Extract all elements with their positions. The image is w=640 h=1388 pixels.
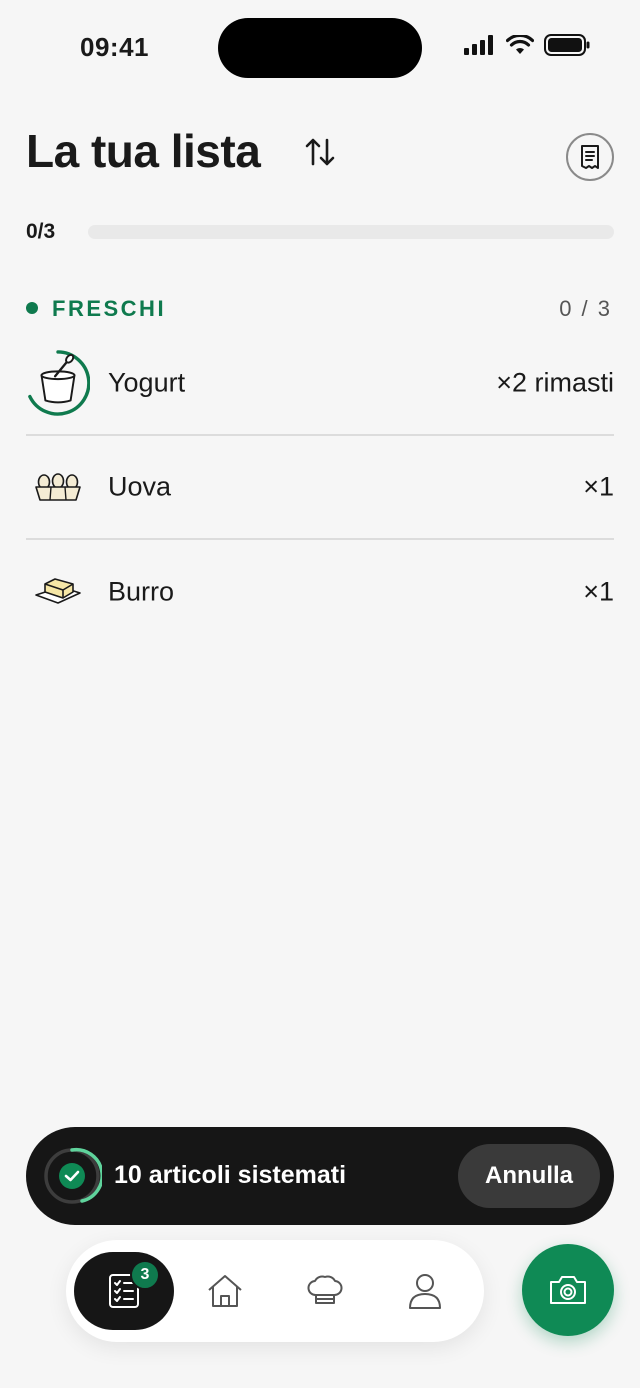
page-title: La tua lista [26, 125, 261, 177]
status-bar: 09:41 [0, 0, 640, 96]
item-quantity: ×1 [583, 576, 614, 607]
nav-tab-home[interactable] [186, 1252, 264, 1330]
list-item-uova[interactable]: Uova ×1 [26, 436, 614, 540]
home-icon [208, 1275, 242, 1307]
list-item-yogurt[interactable]: Yogurt ×2 rimasti [26, 332, 614, 436]
chef-hat-icon [307, 1275, 343, 1304]
status-icons [464, 34, 590, 56]
item-quantity: ×1 [583, 471, 614, 502]
dynamic-island [218, 18, 422, 78]
item-list: Yogurt ×2 rimasti Uova ×1 Burro ×1 [26, 332, 614, 644]
nav-tab-profile[interactable] [386, 1252, 464, 1330]
section-title: FRESCHI [52, 296, 167, 321]
progress-bar [88, 225, 614, 239]
camera-icon [550, 1276, 586, 1304]
item-name: Yogurt [108, 367, 186, 398]
receipt-button[interactable] [566, 133, 614, 181]
undo-button[interactable]: Annulla [458, 1144, 600, 1208]
list-item-burro[interactable]: Burro ×1 [26, 540, 614, 644]
bottom-nav: 3 [66, 1240, 484, 1342]
sort-icon[interactable] [302, 134, 338, 170]
item-name: Burro [108, 576, 175, 607]
eggs-icon [26, 454, 90, 520]
undo-toast: 10 articoli sistemati Annulla [26, 1127, 614, 1225]
nav-badge: 3 [130, 1260, 160, 1290]
nav-tab-recipes[interactable] [286, 1252, 364, 1330]
camera-button[interactable] [522, 1244, 614, 1336]
nav-tab-list[interactable]: 3 [74, 1252, 174, 1330]
item-quantity: ×2 rimasti [496, 367, 614, 398]
toast-message: 10 articoli sistemati [114, 1161, 347, 1189]
battery-icon [544, 34, 590, 56]
signal-icon [464, 35, 493, 55]
wifi-icon [506, 35, 534, 54]
toast-timer-ring [42, 1146, 104, 1206]
progress-label: 0/3 [26, 220, 56, 243]
profile-icon [409, 1274, 441, 1309]
receipt-icon [581, 145, 599, 169]
section-dot [26, 302, 38, 314]
section-count: 0 / 3 [559, 296, 612, 321]
butter-icon [26, 559, 90, 625]
item-name: Uova [108, 471, 172, 502]
yogurt-icon [26, 350, 90, 416]
status-time: 09:41 [80, 32, 149, 62]
